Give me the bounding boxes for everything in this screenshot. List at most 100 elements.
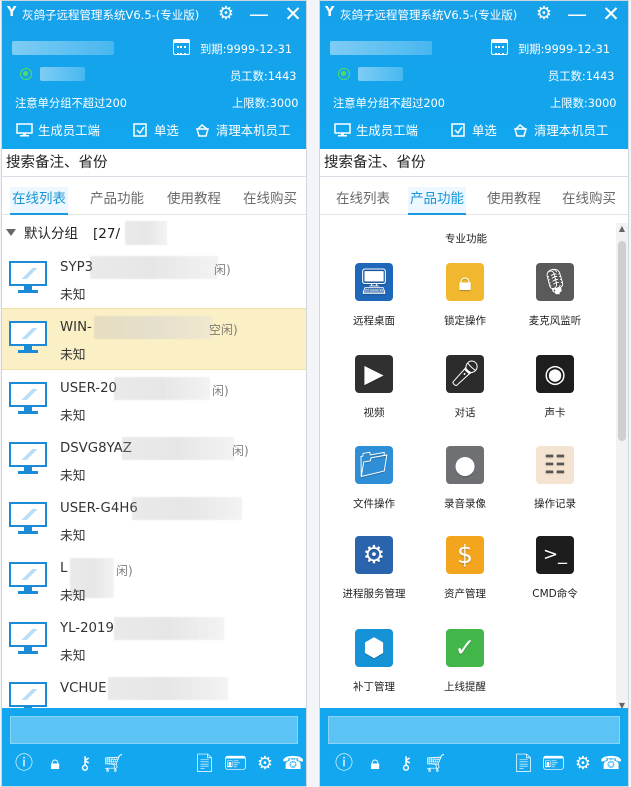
device-row[interactable]: L 闲) 未知: [2, 550, 306, 610]
device-row[interactable]: VCHUE: [2, 670, 306, 711]
clear-local-employees-button[interactable]: 清理本机员工: [194, 121, 290, 139]
feature-file-operations[interactable]: 📁︎ 文件操作: [335, 446, 413, 526]
feature-label: 文件操作: [353, 498, 395, 510]
feature-online-alert[interactable]: ✓ 上线提醒: [426, 629, 504, 709]
feature-dialog[interactable]: 🎤︎ 对话: [426, 355, 504, 435]
contact-card-icon[interactable]: 🪪︎: [542, 753, 565, 775]
tab-online-purchase[interactable]: 在线购买: [241, 187, 299, 215]
action-row: 生成员工端 单选 清理本机员工: [2, 121, 306, 143]
close-button[interactable]: ✕: [600, 3, 622, 25]
single-select-button[interactable]: 单选: [132, 121, 179, 139]
redacted-account: [12, 41, 114, 55]
lock-icon[interactable]: 🔒︎: [44, 753, 66, 775]
device-row[interactable]: USER-G4H6 未知: [2, 490, 306, 550]
collapse-triangle-icon[interactable]: [6, 229, 16, 236]
device-row[interactable]: YL-2019 未知: [2, 610, 306, 670]
checkbox-icon: [133, 123, 147, 137]
operation-log-icon: ☷: [536, 446, 574, 484]
device-location: 未知: [60, 529, 86, 544]
settings-gear-icon[interactable]: ⚙: [533, 3, 555, 25]
action-row: 生成员工端 单选 清理本机员工: [320, 121, 628, 143]
tab-tutorial[interactable]: 使用教程: [165, 187, 223, 215]
expire-date: 到期:9999-12-31: [200, 43, 293, 56]
redacted-device-name: [108, 677, 228, 700]
tab-online-purchase[interactable]: 在线购买: [560, 187, 618, 215]
contact-card-icon[interactable]: 🪪︎: [224, 753, 247, 775]
shopping-cart-icon[interactable]: 🛒︎: [102, 753, 125, 775]
phone-call-icon[interactable]: ☎: [600, 753, 622, 775]
device-row-selected[interactable]: WIN- 空闲) 未知: [2, 308, 306, 370]
device-name: VCHUE: [60, 681, 107, 696]
redacted-user: [358, 67, 403, 81]
tab-tutorial[interactable]: 使用教程: [485, 187, 543, 215]
device-name: YL-2019: [60, 621, 114, 636]
device-row[interactable]: SYP3 闲) 未知: [2, 249, 306, 309]
tab-bar: 在线列表 产品功能 使用教程 在线购买: [2, 179, 306, 215]
tab-online-list[interactable]: 在线列表: [334, 187, 392, 215]
shopping-cart-icon[interactable]: 🛒︎: [424, 753, 447, 775]
upper-limit: 上限数:3000: [232, 97, 299, 110]
info-icon[interactable]: ⓘ: [333, 753, 355, 775]
tab-online-list[interactable]: 在线列表: [10, 187, 68, 215]
feature-scrollbar[interactable]: ▲ ▼: [616, 223, 628, 711]
minimize-button[interactable]: —: [248, 3, 270, 25]
device-location: 未知: [60, 288, 86, 303]
online-status-icon: [338, 68, 350, 80]
document-icon[interactable]: 📄︎: [193, 753, 216, 775]
clear-local-employees-button[interactable]: 清理本机员工: [512, 121, 608, 139]
feature-recording[interactable]: ● 录音录像: [426, 446, 504, 526]
scroll-thumb[interactable]: [618, 241, 626, 441]
feature-cmd[interactable]: >_ CMD命令: [516, 536, 594, 616]
bottom-toolbar: ⓘ 🔒︎ ⚷ 🛒︎ 📄︎ 🪪︎ ⚙ ☎: [2, 708, 306, 786]
lock-icon[interactable]: 🔒︎: [364, 753, 386, 775]
calendar-icon: [173, 39, 190, 55]
search-input[interactable]: 搜索备注、省份: [320, 149, 628, 177]
info-icon[interactable]: ⓘ: [13, 753, 35, 775]
message-input[interactable]: [328, 716, 620, 744]
recording-icon: ●: [446, 446, 484, 484]
device-row[interactable]: DSVG8YAZ 闲) 未知: [2, 430, 306, 490]
feature-remote-desktop[interactable]: 🖥︎ 远程桌面: [335, 263, 413, 343]
generate-client-button[interactable]: 生成员工端: [16, 121, 100, 139]
patch-box-icon: ⬢: [355, 629, 393, 667]
document-icon[interactable]: 📄︎: [512, 753, 535, 775]
device-group-header[interactable]: 默认分组 [27/: [2, 221, 306, 246]
settings-shield-icon[interactable]: ⚙: [254, 753, 276, 775]
broom-basket-icon: [196, 123, 209, 137]
tab-product-features[interactable]: 产品功能: [88, 187, 146, 215]
device-state: 闲): [212, 384, 229, 398]
settings-shield-icon[interactable]: ⚙: [572, 753, 594, 775]
dialog-microphones-icon: 🎤︎: [446, 355, 484, 393]
device-row[interactable]: USER-20 闲) 未知: [2, 370, 306, 430]
redacted-device-name: [114, 617, 224, 640]
device-location: 未知: [60, 469, 86, 484]
feature-asset-management[interactable]: $ 资产管理: [426, 536, 504, 616]
generate-client-button[interactable]: 生成员工端: [334, 121, 418, 139]
bottom-toolbar: ⓘ 🔒︎ ⚷ 🛒︎ 📄︎ 🪪︎ ⚙ ☎: [320, 708, 628, 786]
message-input[interactable]: [10, 716, 298, 744]
feature-operation-log[interactable]: ☷ 操作记录: [516, 446, 594, 526]
redacted-device-name: [94, 316, 212, 339]
feature-sound-card[interactable]: ◉ 声卡: [516, 355, 594, 435]
minimize-button[interactable]: —: [566, 3, 588, 25]
feature-video[interactable]: ▶ 视频: [335, 355, 413, 435]
computer-monitor-icon: [8, 502, 48, 534]
tab-product-features[interactable]: 产品功能: [408, 187, 466, 215]
computer-monitor-icon: [8, 321, 48, 353]
title-bar: Y 灰鸽子远程管理系统V6.5-(专业版) ⚙ — ✕: [320, 1, 628, 29]
computer-monitor-icon: [8, 382, 48, 414]
key-icon[interactable]: ⚷: [74, 753, 96, 775]
feature-patch-management[interactable]: ⬢ 补丁管理: [335, 629, 413, 709]
redacted-group-count: [125, 221, 167, 245]
device-name: USER-G4H6: [60, 501, 138, 516]
feature-process-service[interactable]: ⚙ 进程服务管理: [335, 536, 413, 616]
single-select-button[interactable]: 单选: [450, 121, 497, 139]
close-button[interactable]: ✕: [282, 3, 304, 25]
phone-call-icon[interactable]: ☎: [282, 753, 304, 775]
search-input[interactable]: 搜索备注、省份: [2, 149, 306, 177]
scroll-up-icon[interactable]: ▲: [619, 224, 625, 233]
feature-microphone[interactable]: 🎙︎ 麦克风监听: [516, 263, 594, 343]
key-icon[interactable]: ⚷: [395, 753, 417, 775]
feature-lock[interactable]: 🔒︎ 锁定操作: [426, 263, 504, 343]
settings-gear-icon[interactable]: ⚙: [215, 3, 237, 25]
